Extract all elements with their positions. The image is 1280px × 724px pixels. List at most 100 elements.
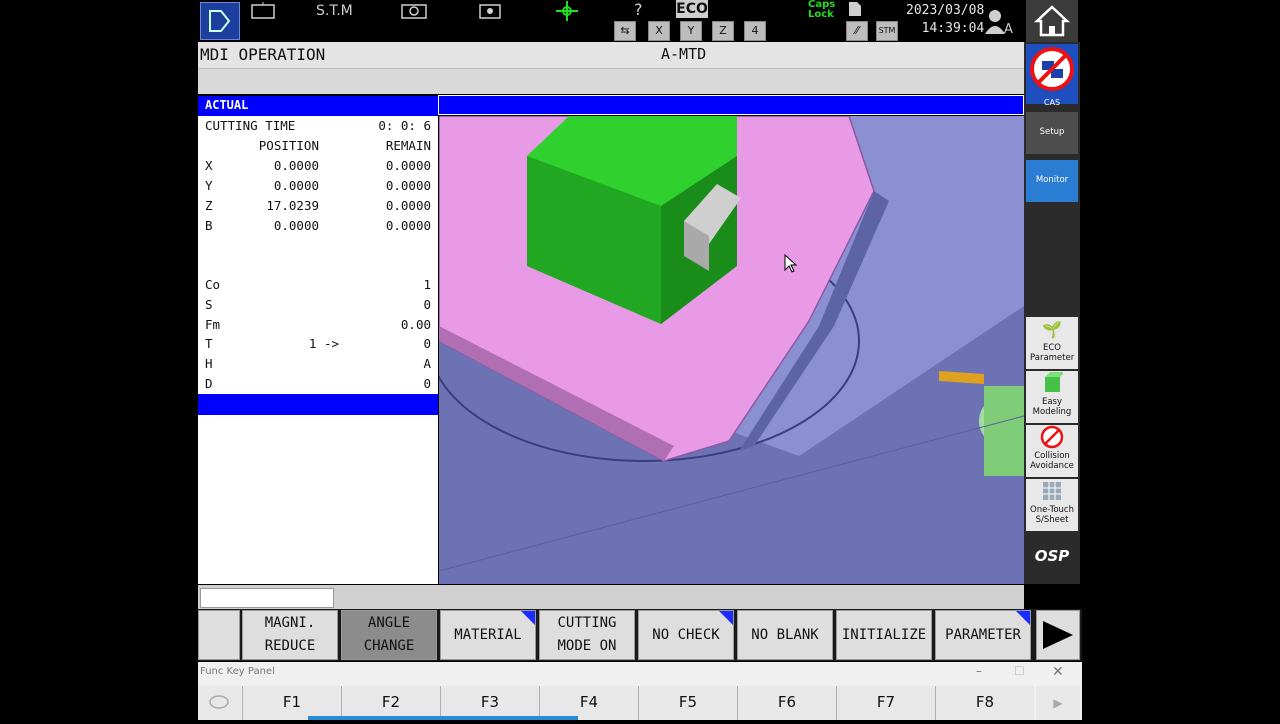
time-text: 14:39:04 — [921, 21, 985, 36]
fkey-8-button[interactable]: PARAMETER — [935, 610, 1031, 660]
status-value: 0 — [423, 376, 431, 391]
date-text: 2023/03/08 — [906, 3, 985, 18]
document-icon[interactable] — [848, 1, 862, 21]
top-status-bar: S.T.M ? ECO ⇆ X Y Z 4 Caps Lock ⁄⁄ STM 2… — [198, 0, 1082, 42]
axis-row: Y 0.0000 0.0000 — [205, 178, 431, 196]
position-header: POSITION — [258, 138, 319, 153]
monitor-button[interactable]: Monitor — [1026, 160, 1078, 202]
maximize-button[interactable]: ☐ — [1014, 664, 1025, 678]
right-sidebar: CAS Setup Monitor 🌱 ECO Parameter Easy M… — [1024, 42, 1080, 584]
tool-button-z[interactable]: Z — [712, 21, 734, 41]
input-field[interactable] — [200, 588, 334, 608]
simulation-viewport[interactable] — [439, 116, 1024, 584]
fkey-4-button[interactable]: CUTTING MODE ON — [539, 610, 635, 660]
axis-remain: 0.0000 — [385, 198, 431, 213]
fkey-line2: REDUCE — [264, 638, 316, 654]
axis-remain: 0.0000 — [385, 178, 431, 193]
machine-3d-view[interactable] — [439, 116, 1024, 584]
stm-button[interactable]: STM — [876, 21, 898, 41]
fkey-6-button[interactable]: NO BLANK — [737, 610, 833, 660]
fkey-line1: MATERIAL — [454, 626, 522, 643]
fkey-2-button[interactable]: ANGLE CHANGE — [341, 610, 437, 660]
tool-button-y[interactable]: Y — [680, 21, 702, 41]
status-label: T — [205, 336, 213, 352]
mouse-cursor-icon — [784, 253, 798, 278]
window-icon[interactable] — [250, 2, 276, 24]
fkey-label: ANGLE CHANGE — [364, 612, 415, 658]
cas-button[interactable]: CAS — [1026, 44, 1078, 107]
fkey-1-button[interactable]: MAGNI. REDUCE — [242, 610, 338, 660]
panel-key-f1[interactable]: F1 — [242, 686, 341, 720]
axis-label: Y — [205, 178, 213, 193]
one-touch-sheet-button[interactable]: One-Touch S/Sheet — [1026, 479, 1078, 531]
help-icon[interactable]: ? — [634, 0, 643, 19]
collision-icon — [1030, 47, 1074, 91]
panel-key-f7[interactable]: F7 — [836, 686, 935, 720]
submenu-corner-icon — [521, 611, 535, 625]
osp-logo: OSP — [1026, 539, 1078, 573]
panel-key-f6[interactable]: F6 — [737, 686, 836, 720]
panel-key-f3[interactable]: F3 — [440, 686, 539, 720]
okuma-logo-icon[interactable] — [200, 2, 240, 40]
tool-button-4[interactable]: 4 — [744, 21, 766, 41]
caps-lock-indicator: Caps Lock — [808, 0, 836, 20]
cube-icon — [1026, 371, 1078, 397]
next-page-button[interactable] — [1036, 610, 1080, 660]
mode-indicator: S.T.M — [316, 3, 353, 19]
setup-button[interactable]: Setup — [1026, 112, 1078, 154]
close-icon[interactable]: ✕ — [1052, 664, 1064, 680]
fkey-label: NO CHECK — [652, 624, 719, 647]
axis-row: B 0.0000 0.0000 — [205, 218, 431, 236]
func-key-panel-window: Func Key Panel – ☐ ✕ F1 F2 F3 F4 F5 F6 F7 F8 ▶ — [198, 662, 1082, 720]
sprout-icon: 🌱 — [1042, 320, 1062, 339]
axis-row: Z 17.0239 0.0000 — [205, 198, 431, 216]
fkey-5-button[interactable]: NO CHECK — [638, 610, 734, 660]
axis-position: 17.0239 — [266, 198, 319, 213]
panel-key-f2[interactable]: F2 — [341, 686, 440, 720]
move-axes-icon[interactable] — [554, 0, 580, 26]
status-row: D0 — [205, 376, 431, 394]
axis-position: 0.0000 — [273, 178, 319, 193]
submenu-corner-icon — [719, 611, 733, 625]
submenu-corner-icon — [1016, 611, 1030, 625]
axis-remain: 0.0000 — [385, 218, 431, 233]
panel-key-f4[interactable]: F4 — [539, 686, 638, 720]
page-title: MDI OPERATION — [200, 45, 326, 64]
speech-bubble-icon — [209, 695, 229, 709]
eco-parameter-button[interactable]: 🌱 ECO Parameter — [1026, 317, 1078, 369]
slash-icon[interactable]: ⁄⁄ — [846, 21, 868, 41]
collision-avoidance-button[interactable]: Collision Avoidance — [1026, 425, 1078, 477]
status-value: A — [423, 356, 431, 372]
status-row: S0 — [205, 297, 431, 315]
status-value: 0 — [423, 336, 431, 352]
eco-label: ECO — [676, 0, 708, 18]
axis-row: X 0.0000 0.0000 — [205, 158, 431, 176]
status-label: D — [205, 376, 213, 391]
actual-label: ACTUAL — [205, 98, 249, 112]
fkey-3-button[interactable]: MATERIAL — [440, 610, 536, 660]
fkey-7-button[interactable]: INITIALIZE — [836, 610, 932, 660]
easy-modeling-button[interactable]: Easy Modeling — [1026, 371, 1078, 423]
title-bar: MDI OPERATION A-MTD — [198, 42, 1024, 69]
panel-next-button[interactable]: ▶ — [1036, 686, 1080, 720]
collision-avoidance-label: Collision Avoidance — [1030, 451, 1074, 471]
fkey-line1: ANGLE — [367, 615, 411, 631]
fkey-label: PARAMETER — [945, 624, 1021, 647]
chat-button[interactable] — [198, 686, 241, 720]
tool-button-1[interactable]: ⇆ — [614, 21, 636, 41]
record-icon[interactable] — [478, 2, 502, 24]
fkey-line1: CUTTING — [557, 615, 617, 631]
panel-key-f5[interactable]: F5 — [638, 686, 737, 720]
cutting-time-row: CUTTING TIME 0: 0: 6 — [205, 118, 431, 136]
status-value: 1 — [423, 277, 431, 292]
home-button[interactable] — [1026, 0, 1078, 42]
panel-key-f8[interactable]: F8 — [935, 686, 1034, 720]
info-footer-band — [198, 394, 438, 415]
date-time-display: 2023/03/08 14:39:04 — [906, 2, 984, 38]
one-touch-sheet-label: One-Touch S/Sheet — [1030, 505, 1074, 525]
collision-avoidance-icon — [1026, 425, 1078, 451]
tool-button-x[interactable]: X — [648, 21, 670, 41]
camera-icon[interactable] — [400, 2, 428, 24]
minimize-button[interactable]: – — [976, 664, 982, 678]
status-row: T 1 -> 0 — [205, 336, 431, 354]
